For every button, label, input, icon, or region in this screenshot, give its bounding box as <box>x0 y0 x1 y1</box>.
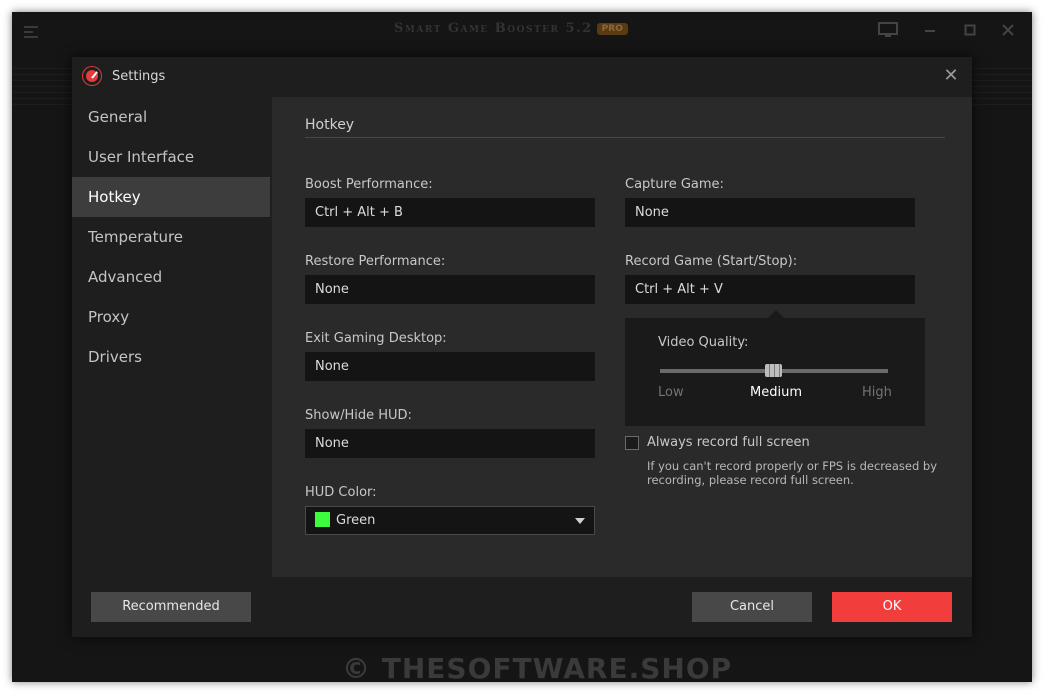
settings-dialog: Settings ✕ General User Interface Hotkey… <box>72 57 972 637</box>
sidebar-item-temperature[interactable]: Temperature <box>72 217 270 257</box>
app-title: Smart Game Booster 5.2 PRO <box>394 21 628 36</box>
maximize-icon[interactable] <box>960 22 980 42</box>
recommended-button[interactable]: Recommended <box>91 592 251 622</box>
sidebar-item-user-interface[interactable]: User Interface <box>72 137 270 177</box>
menu-icon[interactable] <box>24 26 38 38</box>
restore-performance-label: Restore Performance: <box>305 254 446 269</box>
capture-game-label: Capture Game: <box>625 177 724 192</box>
settings-sidebar: General User Interface Hotkey Temperatur… <box>72 97 270 577</box>
hud-color-select[interactable]: Green <box>305 506 595 535</box>
sidebar-item-hotkey[interactable]: Hotkey <box>72 177 270 217</box>
exit-gaming-desktop-label: Exit Gaming Desktop: <box>305 331 447 346</box>
watermark: © THESOFTWARE.SHOP <box>342 652 733 682</box>
boost-performance-input[interactable]: Ctrl + Alt + B <box>305 198 595 227</box>
app-close-icon[interactable] <box>998 22 1018 42</box>
always-record-full-screen-checkbox[interactable] <box>625 436 639 450</box>
app-titlebar: Smart Game Booster 5.2 PRO <box>12 12 1032 52</box>
video-quality-slider-thumb[interactable] <box>765 364 782 377</box>
quality-medium-label: Medium <box>750 385 802 400</box>
boost-performance-label: Boost Performance: <box>305 177 433 192</box>
show-hide-hud-input[interactable]: None <box>305 429 595 458</box>
quality-high-label: High <box>862 385 892 400</box>
video-quality-panel: Video Quality: Low Medium High <box>625 310 925 426</box>
dialog-footer: Recommended Cancel OK <box>72 577 972 637</box>
hud-color-label: HUD Color: <box>305 485 377 500</box>
hud-color-value: Green <box>336 513 376 528</box>
pro-badge: PRO <box>596 22 628 35</box>
minimize-icon[interactable] <box>920 22 940 42</box>
section-title: Hotkey <box>305 117 355 133</box>
restore-performance-input[interactable]: None <box>305 275 595 304</box>
dialog-body: General User Interface Hotkey Temperatur… <box>72 97 972 577</box>
record-hint: If you can't record properly or FPS is d… <box>647 459 938 487</box>
exit-gaming-desktop-input[interactable]: None <box>305 352 595 381</box>
sidebar-item-general[interactable]: General <box>72 97 270 137</box>
panel-caret <box>768 310 784 318</box>
record-game-label: Record Game (Start/Stop): <box>625 254 798 269</box>
show-hide-hud-label: Show/Hide HUD: <box>305 408 412 423</box>
quality-low-label: Low <box>658 385 684 400</box>
app-title-text: Smart Game Booster 5.2 <box>394 21 593 36</box>
cancel-button[interactable]: Cancel <box>692 592 812 622</box>
sidebar-item-advanced[interactable]: Advanced <box>72 257 270 297</box>
hotkey-panel: Hotkey Boost Performance: Ctrl + Alt + B… <box>272 97 972 577</box>
dialog-header: Settings ✕ <box>72 57 972 97</box>
chevron-down-icon <box>575 518 585 524</box>
ok-button[interactable]: OK <box>832 592 952 622</box>
dialog-title: Settings <box>112 69 166 84</box>
color-swatch <box>315 511 330 527</box>
capture-game-input[interactable]: None <box>625 198 915 227</box>
sidebar-item-drivers[interactable]: Drivers <box>72 337 270 377</box>
close-icon[interactable]: ✕ <box>940 65 962 87</box>
monitor-icon[interactable] <box>878 22 898 42</box>
video-quality-label: Video Quality: <box>658 335 749 350</box>
background-decoration <box>12 68 72 108</box>
section-divider <box>305 137 945 138</box>
record-game-input[interactable]: Ctrl + Alt + V <box>625 275 915 304</box>
sidebar-item-proxy[interactable]: Proxy <box>72 297 270 337</box>
always-record-full-screen-label[interactable]: Always record full screen <box>647 435 810 450</box>
app-logo-icon <box>83 67 101 85</box>
background-decoration <box>972 68 1032 108</box>
